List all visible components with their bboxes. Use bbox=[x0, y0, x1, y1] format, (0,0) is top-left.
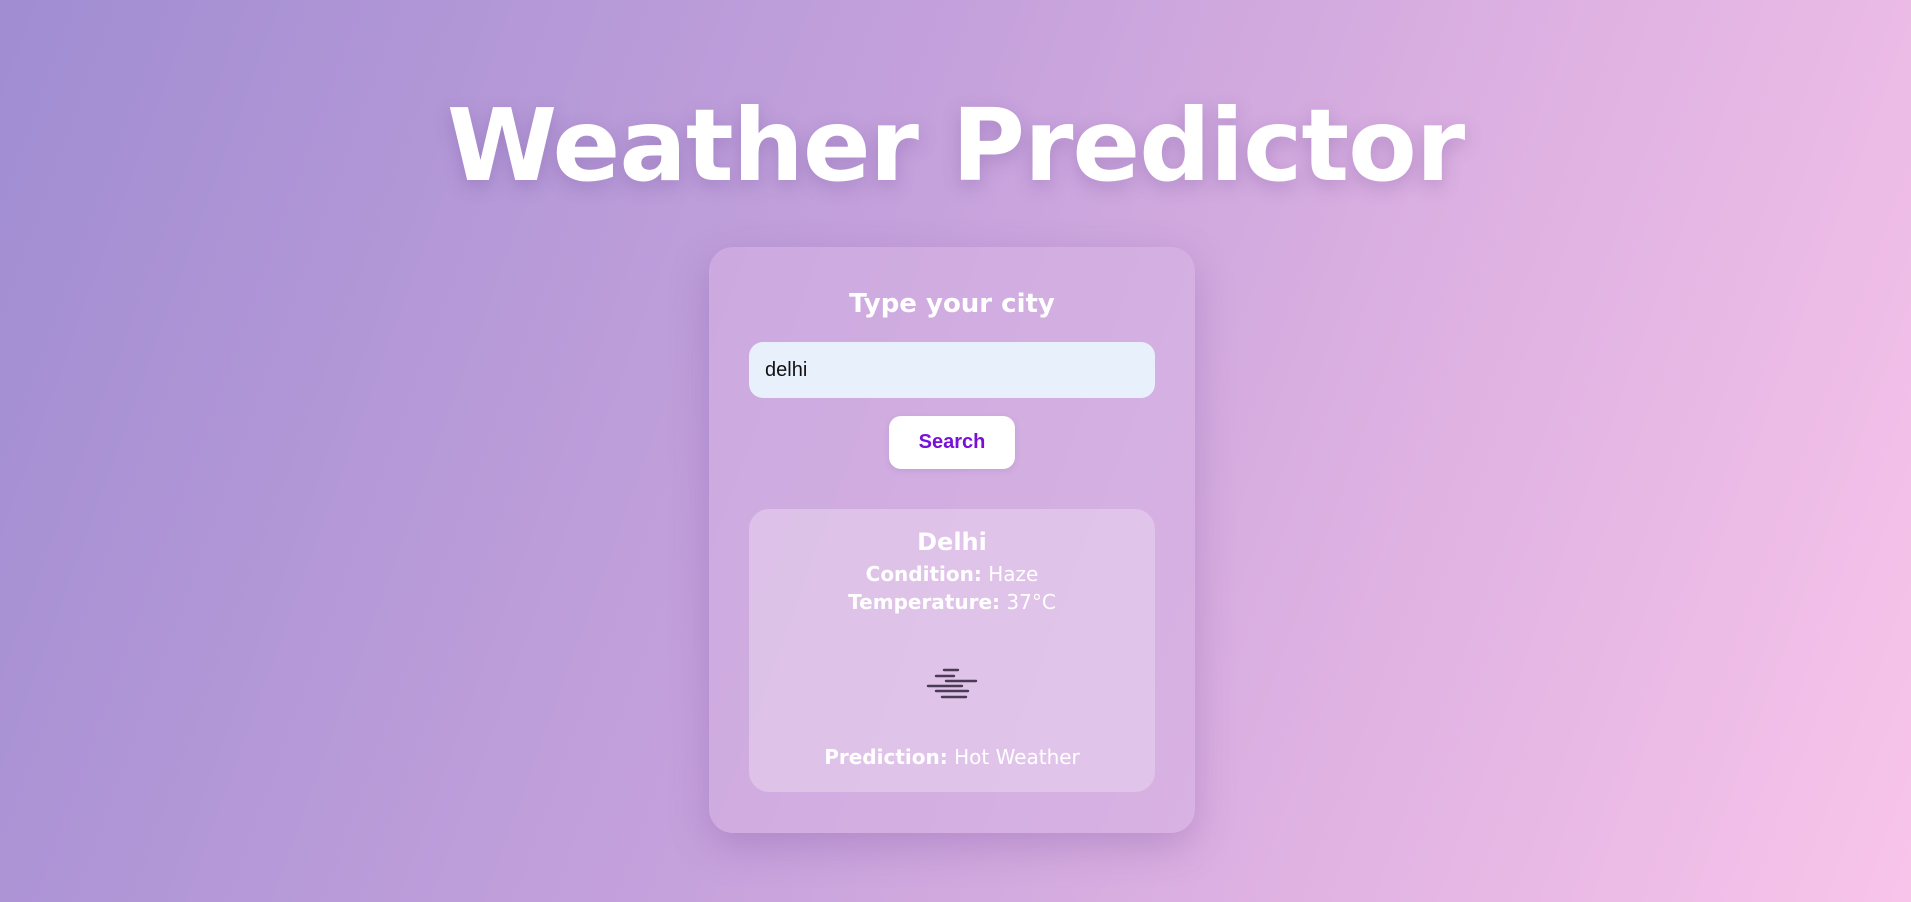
temperature-label: Temperature: bbox=[848, 590, 1001, 614]
search-heading: Type your city bbox=[849, 289, 1055, 319]
prediction-row: Prediction: Hot Weather bbox=[749, 744, 1155, 770]
prediction-value: Hot Weather bbox=[954, 745, 1080, 769]
city-input[interactable] bbox=[749, 342, 1155, 398]
temperature-value: 37°C bbox=[1006, 590, 1056, 614]
prediction-label: Prediction: bbox=[824, 745, 948, 769]
condition-label: Condition: bbox=[865, 562, 982, 586]
haze-icon bbox=[926, 668, 978, 699]
condition-value: Haze bbox=[988, 562, 1039, 586]
condition-row: Condition: Haze bbox=[749, 561, 1155, 587]
result-city-name: Delhi bbox=[917, 528, 987, 556]
weather-result-panel: Delhi Condition: Haze Temperature: 37°C … bbox=[749, 509, 1155, 792]
temperature-row: Temperature: 37°C bbox=[749, 589, 1155, 615]
search-button[interactable]: Search bbox=[889, 416, 1015, 469]
page-title: Weather Predictor bbox=[446, 87, 1465, 204]
search-card: Type your city Search Delhi Condition: H… bbox=[709, 247, 1195, 833]
